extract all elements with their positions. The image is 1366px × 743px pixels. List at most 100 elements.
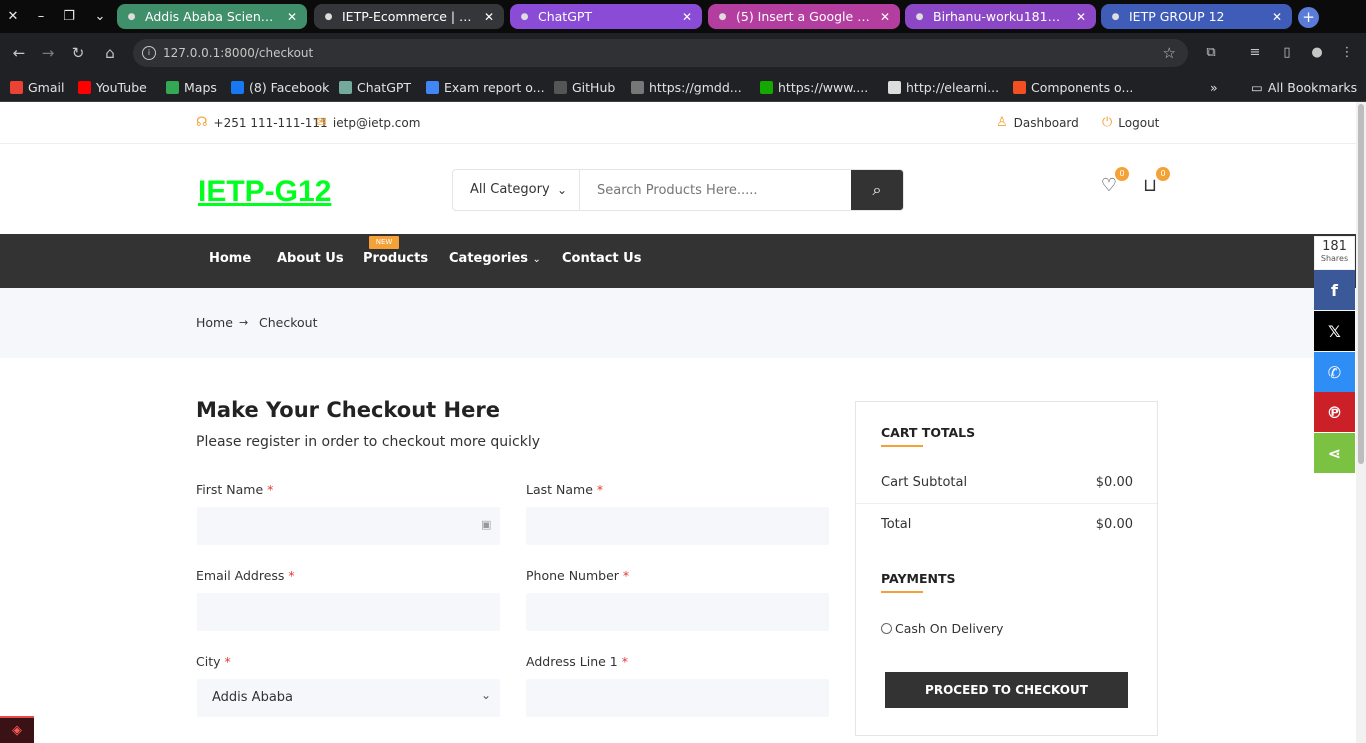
- page-scrollbar[interactable]: [1356, 102, 1366, 743]
- site-info-icon[interactable]: i: [142, 46, 156, 60]
- new-tab-button[interactable]: +: [1298, 7, 1319, 28]
- bookmark-item[interactable]: YouTube: [78, 77, 147, 97]
- phone-contact: ☊ +251 111-111-111: [196, 115, 328, 130]
- close-tab-icon[interactable]: ✕: [878, 10, 892, 24]
- close-tab-icon[interactable]: ✕: [1270, 10, 1284, 24]
- bookmark-label: YouTube: [96, 79, 147, 95]
- last-name-field[interactable]: [526, 507, 829, 545]
- cash-on-delivery-option[interactable]: Cash On Delivery: [881, 621, 1003, 636]
- wishlist-button[interactable]: ♡ 0: [1097, 167, 1129, 198]
- forward-icon[interactable]: →: [38, 43, 58, 63]
- bookmark-item[interactable]: Gmail: [10, 77, 64, 97]
- laravel-debug-icon[interactable]: ◈: [0, 716, 34, 743]
- last-name-label: Last Name *: [526, 482, 603, 497]
- bookmark-item[interactable]: Exam report o...: [426, 77, 545, 97]
- close-tab-icon[interactable]: ✕: [285, 10, 299, 24]
- cart-totals-title: CART TOTALS: [881, 425, 976, 440]
- address-field[interactable]: [526, 679, 829, 717]
- browser-tab[interactable]: ● Addis Ababa Science an ✕: [117, 4, 307, 29]
- menu-icon[interactable]: ⋮: [1338, 44, 1356, 62]
- bookmark-item[interactable]: http://elearni...: [888, 77, 999, 97]
- back-icon[interactable]: ←: [9, 43, 29, 63]
- media-icon[interactable]: ≡: [1246, 44, 1264, 62]
- nav-categories[interactable]: Categories ⌄: [449, 251, 541, 266]
- first-name-field[interactable]: [197, 507, 500, 545]
- bookmark-item[interactable]: Components o...: [1013, 77, 1133, 97]
- page-subtitle: Please register in order to checkout mor…: [196, 434, 541, 450]
- city-select[interactable]: Addis Ababa: [197, 679, 500, 717]
- email-label: Email Address *: [196, 568, 295, 583]
- payment-option-label: Cash On Delivery: [895, 621, 1004, 636]
- breadcrumb-home[interactable]: Home: [196, 315, 233, 330]
- x-share-button[interactable]: 𝕏: [1314, 311, 1355, 351]
- tab-title: Addis Ababa Science an: [145, 9, 278, 24]
- nav-home[interactable]: Home: [209, 251, 251, 266]
- facebook-icon: f: [1331, 280, 1338, 300]
- chatgpt-icon: [339, 80, 352, 94]
- cart-button[interactable]: ⊔ 0: [1138, 167, 1170, 198]
- nav-contact[interactable]: Contact Us: [562, 251, 641, 266]
- address-bar[interactable]: i 127.0.0.1:8000/checkout ☆: [133, 39, 1188, 67]
- proceed-to-checkout-button[interactable]: PROCEED TO CHECKOUT: [885, 672, 1128, 708]
- email-text: Email Address: [196, 568, 285, 583]
- facebook-share-button[interactable]: f: [1314, 270, 1355, 310]
- browser-tab[interactable]: ● Birhanu-worku1811/IET ✕: [905, 4, 1096, 29]
- search-input[interactable]: [580, 170, 851, 210]
- nav-products[interactable]: Products: [363, 251, 428, 266]
- title-underline: [881, 591, 923, 593]
- category-select[interactable]: All Category ⌄: [453, 170, 580, 210]
- wishlist-count-badge: 0: [1115, 167, 1129, 181]
- side-panel-icon[interactable]: ▯: [1278, 44, 1296, 62]
- phone-field[interactable]: [526, 593, 829, 631]
- globe-icon: ●: [324, 11, 333, 22]
- payments-title: PAYMENTS: [881, 571, 956, 586]
- top-bar: ☊ +251 111-111-111 ✉ ietp@ietp.com ♙ Das…: [0, 102, 1356, 144]
- bookmark-item[interactable]: Maps: [166, 77, 217, 97]
- breadcrumb: Home → Checkout: [0, 288, 1356, 358]
- bookmark-item[interactable]: GitHub: [554, 77, 615, 97]
- close-tab-icon[interactable]: ✕: [1074, 10, 1088, 24]
- site-logo[interactable]: IETP-G12: [198, 175, 331, 209]
- chevron-down-icon: ⌄: [532, 254, 541, 265]
- messenger-share-button[interactable]: ✆: [1314, 352, 1355, 392]
- headset-icon: ☊: [196, 115, 208, 130]
- home-icon[interactable]: ⌂: [100, 43, 120, 63]
- dashboard-label: Dashboard: [1013, 115, 1079, 130]
- profile-avatar[interactable]: ●: [1308, 44, 1326, 62]
- radio-button[interactable]: [881, 623, 892, 634]
- chatgpt-icon: ●: [520, 11, 529, 22]
- scrollbar-thumb[interactable]: [1358, 104, 1364, 464]
- close-window-icon[interactable]: ✕: [4, 8, 22, 26]
- breadcrumb-current: Checkout: [259, 315, 318, 330]
- minimize-icon[interactable]: –: [32, 8, 50, 26]
- close-tab-icon[interactable]: ✕: [482, 10, 496, 24]
- bookmark-label: https://gmdd...: [649, 79, 742, 95]
- logout-link[interactable]: ⏻ Logout: [1102, 115, 1159, 130]
- restore-icon[interactable]: ❐: [60, 8, 78, 26]
- search-button[interactable]: ⌕: [851, 170, 903, 210]
- bookmark-item[interactable]: (8) Facebook: [231, 77, 329, 97]
- microsoft-icon: [1013, 80, 1026, 94]
- nav-about[interactable]: About Us: [277, 251, 344, 266]
- extensions-icon[interactable]: ⧉: [1202, 44, 1220, 62]
- browser-tab[interactable]: ● (5) Insert a Google Map ✕: [708, 4, 900, 29]
- email-field[interactable]: [197, 593, 500, 631]
- maps-icon: ●: [127, 11, 136, 22]
- browser-tab[interactable]: ● IETP-Ecommerce | Check ✕: [314, 4, 504, 29]
- bookmark-item[interactable]: https://www....: [760, 77, 868, 97]
- close-tab-icon[interactable]: ✕: [680, 10, 694, 24]
- all-bookmarks-button[interactable]: ▭ All Bookmarks: [1251, 77, 1357, 97]
- pinterest-share-button[interactable]: ℗: [1314, 392, 1355, 432]
- bookmark-item[interactable]: ChatGPT: [339, 77, 411, 97]
- browser-tab[interactable]: ● ChatGPT ✕: [510, 4, 702, 29]
- site-header: IETP-G12 All Category ⌄ ⌕ ♡ 0 ⊔ 0: [0, 144, 1356, 234]
- sharethis-button[interactable]: ⋖: [1314, 433, 1355, 473]
- dashboard-link[interactable]: ♙ Dashboard: [996, 115, 1079, 130]
- bookmark-item[interactable]: https://gmdd...: [631, 77, 742, 97]
- browser-tab[interactable]: ● IETP GROUP 12 ✕: [1101, 4, 1292, 29]
- bookmark-star-icon[interactable]: ☆: [1163, 39, 1176, 67]
- autofill-icon[interactable]: ▣: [481, 518, 491, 531]
- reload-icon[interactable]: ↻: [68, 43, 88, 63]
- bookmarks-overflow-icon[interactable]: »: [1210, 77, 1218, 97]
- tab-search-icon[interactable]: ⌄: [91, 8, 109, 26]
